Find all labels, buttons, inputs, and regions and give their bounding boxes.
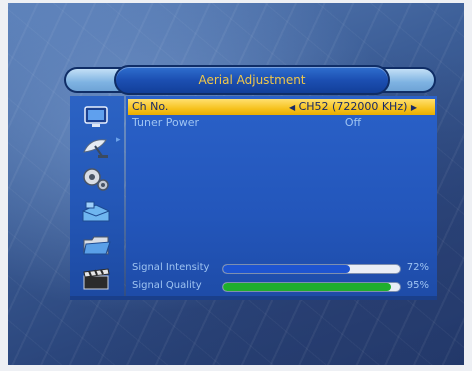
tuner-power-label: Tuner Power <box>132 116 200 129</box>
signal-quality-label: Signal Quality <box>132 280 202 291</box>
chevron-right-icon: ▸ <box>116 135 121 145</box>
channel-number-row[interactable]: Ch No. ◀ CH52 (722000 KHz) ▶ <box>128 99 435 115</box>
tv-screen: Aerial Adjustment ▸ Ch No. ◀ CH52 (72200… <box>8 3 464 365</box>
category-icon-column: ▸ <box>70 96 124 296</box>
toolbox-icon[interactable] <box>80 199 112 225</box>
signal-intensity-meter: Signal Intensity 72% <box>128 261 435 275</box>
monitor-icon[interactable] <box>80 104 112 130</box>
aerial-adjustment-panel: Ch No. ◀ CH52 (722000 KHz) ▶ Tuner Power… <box>126 96 437 296</box>
channel-number-value: CH52 (722000 KHz) <box>298 100 408 113</box>
arrow-right-icon[interactable]: ▶ <box>411 103 417 112</box>
signal-quality-meter: Signal Quality 95% <box>128 279 435 293</box>
folder-icon[interactable] <box>80 232 112 258</box>
arrow-left-icon[interactable]: ◀ <box>289 103 295 112</box>
signal-quality-percent: 95% <box>406 280 429 291</box>
tuner-power-row[interactable]: Tuner Power Off <box>128 115 435 131</box>
signal-intensity-percent: 72% <box>406 262 429 273</box>
channel-number-label: Ch No. <box>132 100 169 113</box>
tuner-power-value: Off <box>344 116 362 129</box>
panel-bottom-edge <box>70 296 437 300</box>
clapperboard-icon[interactable] <box>80 266 112 292</box>
signal-intensity-track <box>222 264 401 274</box>
signal-intensity-label: Signal Intensity <box>132 262 210 273</box>
menu-title-bar: Aerial Adjustment <box>64 61 436 95</box>
satellite-dish-icon[interactable] <box>80 134 112 160</box>
channel-number-selector[interactable]: ◀ CH52 (722000 KHz) ▶ <box>278 99 428 116</box>
signal-quality-track <box>222 282 401 292</box>
gears-icon[interactable] <box>80 166 112 192</box>
page-title: Aerial Adjustment <box>114 65 390 95</box>
signal-quality-fill <box>223 283 392 291</box>
signal-intensity-fill <box>223 265 351 273</box>
